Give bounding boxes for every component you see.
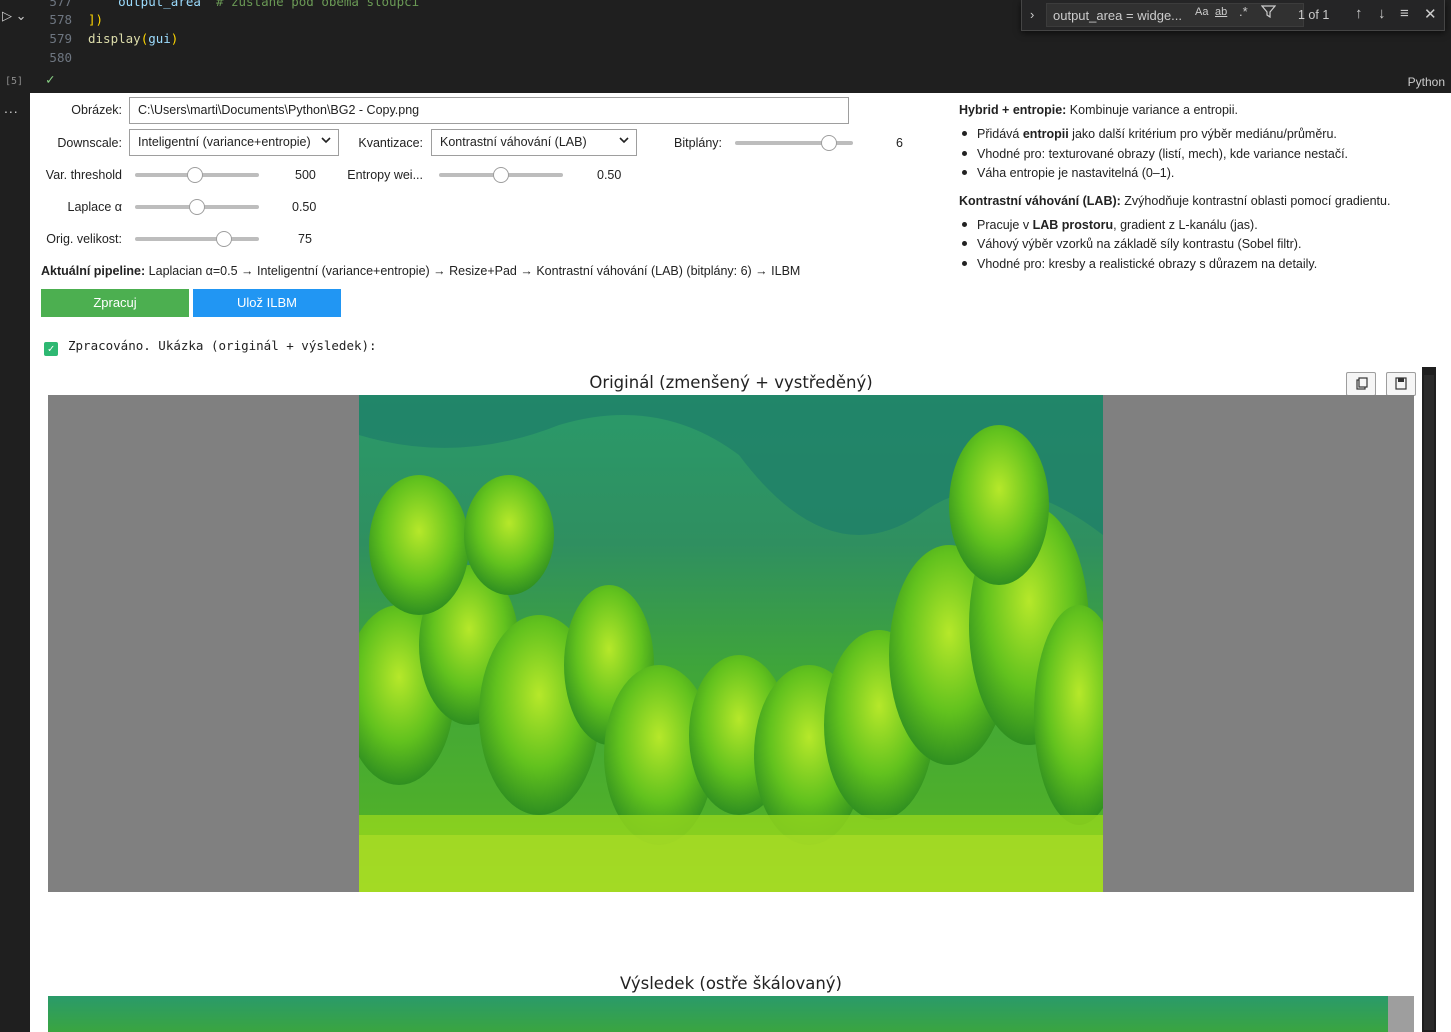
- quant-label: Kvantizace:: [358, 136, 423, 150]
- result-figure-title: Výsledek (ostře škálovaný): [620, 974, 842, 993]
- code-token: ]): [88, 12, 104, 27]
- list-item: Vhodné pro: kresby a realistické obrazy …: [959, 257, 1317, 271]
- laplace-value: 0.50: [292, 200, 317, 214]
- code-token: gui: [148, 31, 171, 46]
- original-figure: [48, 395, 1414, 892]
- cell-gutter: ▷ ⌄ [5] ...: [0, 0, 30, 1032]
- whole-word-icon[interactable]: ab: [1215, 6, 1227, 18]
- code-token: output_area: [118, 0, 201, 9]
- status-text: Zpracováno. Ukázka (originál + výsledek)…: [68, 338, 377, 353]
- downscale-select[interactable]: Inteligentní (variance+entropie): [129, 129, 339, 156]
- list-item: Přidává entropii jako další kritérium pr…: [959, 127, 1337, 141]
- output-scrollbar[interactable]: [1422, 367, 1436, 1032]
- lab-help-heading: Kontrastní váhování (LAB): Zvýhodňuje ko…: [959, 194, 1390, 208]
- orig-size-value: 75: [298, 232, 312, 246]
- var-threshold-label: Var. threshold: [45, 168, 122, 182]
- check-icon: ✓: [44, 342, 58, 356]
- save-icon[interactable]: [1386, 372, 1416, 396]
- laplace-slider-thumb[interactable]: [189, 199, 205, 215]
- find-query[interactable]: output_area = widge...: [1053, 8, 1191, 23]
- downscale-selected: Inteligentní (variance+entropie): [138, 135, 311, 149]
- bitplanes-label: Bitplány:: [674, 136, 722, 150]
- pipeline-text: Aktuální pipeline: Laplacian α=0.5 → Int…: [41, 264, 800, 278]
- more-actions-icon[interactable]: ...: [4, 100, 19, 116]
- line-number: 577: [49, 0, 72, 9]
- list-item: Váha entropie je nastavitelná (0–1).: [959, 166, 1174, 180]
- list-item: Váhový výběr vzorků na základě síly kont…: [959, 237, 1301, 251]
- lab-desc: Zvýhodňuje kontrastní oblasti pomocí gra…: [1124, 194, 1391, 208]
- bitplanes-value: 6: [896, 136, 903, 150]
- execution-count: [5]: [5, 76, 24, 87]
- find-in-selection-icon[interactable]: ≡: [1400, 5, 1409, 22]
- hybrid-title: Hybrid + entropie:: [959, 103, 1067, 117]
- original-forest-image: [359, 395, 1103, 892]
- code-line[interactable]: display(gui): [88, 31, 178, 46]
- list-item: Pracuje v LAB prostoru, gradient z L-kan…: [959, 218, 1258, 232]
- check-icon: ✓: [46, 72, 55, 88]
- var-threshold-value: 500: [295, 168, 316, 182]
- orig-size-slider-thumb[interactable]: [216, 231, 233, 247]
- original-figure-title: Originál (zmenšený + vystředěný): [589, 373, 873, 392]
- next-match-icon[interactable]: ↓: [1378, 5, 1386, 22]
- hybrid-help-heading: Hybrid + entropie: Kombinuje variance a …: [959, 103, 1238, 117]
- pipeline-value: Laplacian α=0.5 → Inteligentní (variance…: [148, 264, 801, 278]
- laplace-label: Laplace α: [67, 200, 123, 214]
- language-indicator[interactable]: Python: [1408, 75, 1445, 89]
- code-line[interactable]: output_area # zůstane pod oběma sloupci: [88, 0, 419, 9]
- process-button[interactable]: Zpracuj: [41, 289, 189, 317]
- chevron-down-icon: [618, 134, 630, 149]
- scrollbar-thumb[interactable]: [1424, 375, 1434, 1030]
- quant-select[interactable]: Kontrastní váhování (LAB): [431, 129, 637, 156]
- entropy-weight-label: Entropy wei...: [347, 168, 423, 182]
- filter-icon[interactable]: [1260, 4, 1277, 22]
- copy-icon[interactable]: [1346, 372, 1376, 396]
- orig-size-slider[interactable]: [135, 237, 259, 241]
- save-ilbm-button[interactable]: Ulož ILBM: [193, 289, 341, 317]
- run-cell-button[interactable]: ▷ ⌄: [2, 8, 27, 24]
- var-threshold-slider-thumb[interactable]: [186, 167, 203, 183]
- entropy-weight-slider-thumb[interactable]: [493, 167, 509, 183]
- line-number: 579: [49, 31, 72, 46]
- pipeline-label: Aktuální pipeline:: [41, 264, 146, 278]
- image-label: Obrázek:: [71, 103, 122, 117]
- orig-size-label: Orig. velikost:: [46, 232, 122, 246]
- toggle-replace-icon[interactable]: ›: [1030, 7, 1034, 22]
- match-case-icon[interactable]: Aa: [1195, 6, 1208, 18]
- quant-selected: Kontrastní váhování (LAB): [440, 135, 587, 149]
- result-forest-image: [48, 996, 1388, 1032]
- code-token: ): [170, 31, 179, 46]
- line-number: 578: [49, 12, 72, 27]
- regex-icon[interactable]: .*: [1239, 4, 1248, 19]
- code-token: display: [88, 31, 141, 46]
- downscale-label: Downscale:: [57, 136, 122, 150]
- hybrid-desc: Kombinuje variance a entropii.: [1069, 103, 1238, 117]
- find-widget: › output_area = widge... Aa ab .* 1 of 1…: [1021, 0, 1445, 31]
- cell-output: Obrázek: C:\Users\marti\Documents\Python…: [30, 93, 1451, 1032]
- image-path-input[interactable]: C:\Users\marti\Documents\Python\BG2 - Co…: [129, 97, 849, 124]
- result-figure: [48, 996, 1414, 1032]
- bitplanes-slider-thumb[interactable]: [821, 135, 838, 151]
- match-count: 1 of 1: [1298, 8, 1330, 22]
- previous-match-icon[interactable]: ↑: [1355, 5, 1363, 22]
- line-number: 580: [49, 50, 72, 65]
- close-icon[interactable]: ✕: [1424, 5, 1437, 23]
- entropy-weight-value: 0.50: [597, 168, 622, 182]
- code-line[interactable]: ]): [88, 12, 103, 27]
- code-comment: # zůstane pod oběma sloupci: [200, 0, 420, 9]
- lab-title: Kontrastní váhování (LAB):: [959, 194, 1121, 208]
- status-line: ✓ Zpracováno. Ukázka (originál + výsledek…: [44, 338, 377, 356]
- list-item: Vhodné pro: texturované obrazy (listí, m…: [959, 147, 1348, 161]
